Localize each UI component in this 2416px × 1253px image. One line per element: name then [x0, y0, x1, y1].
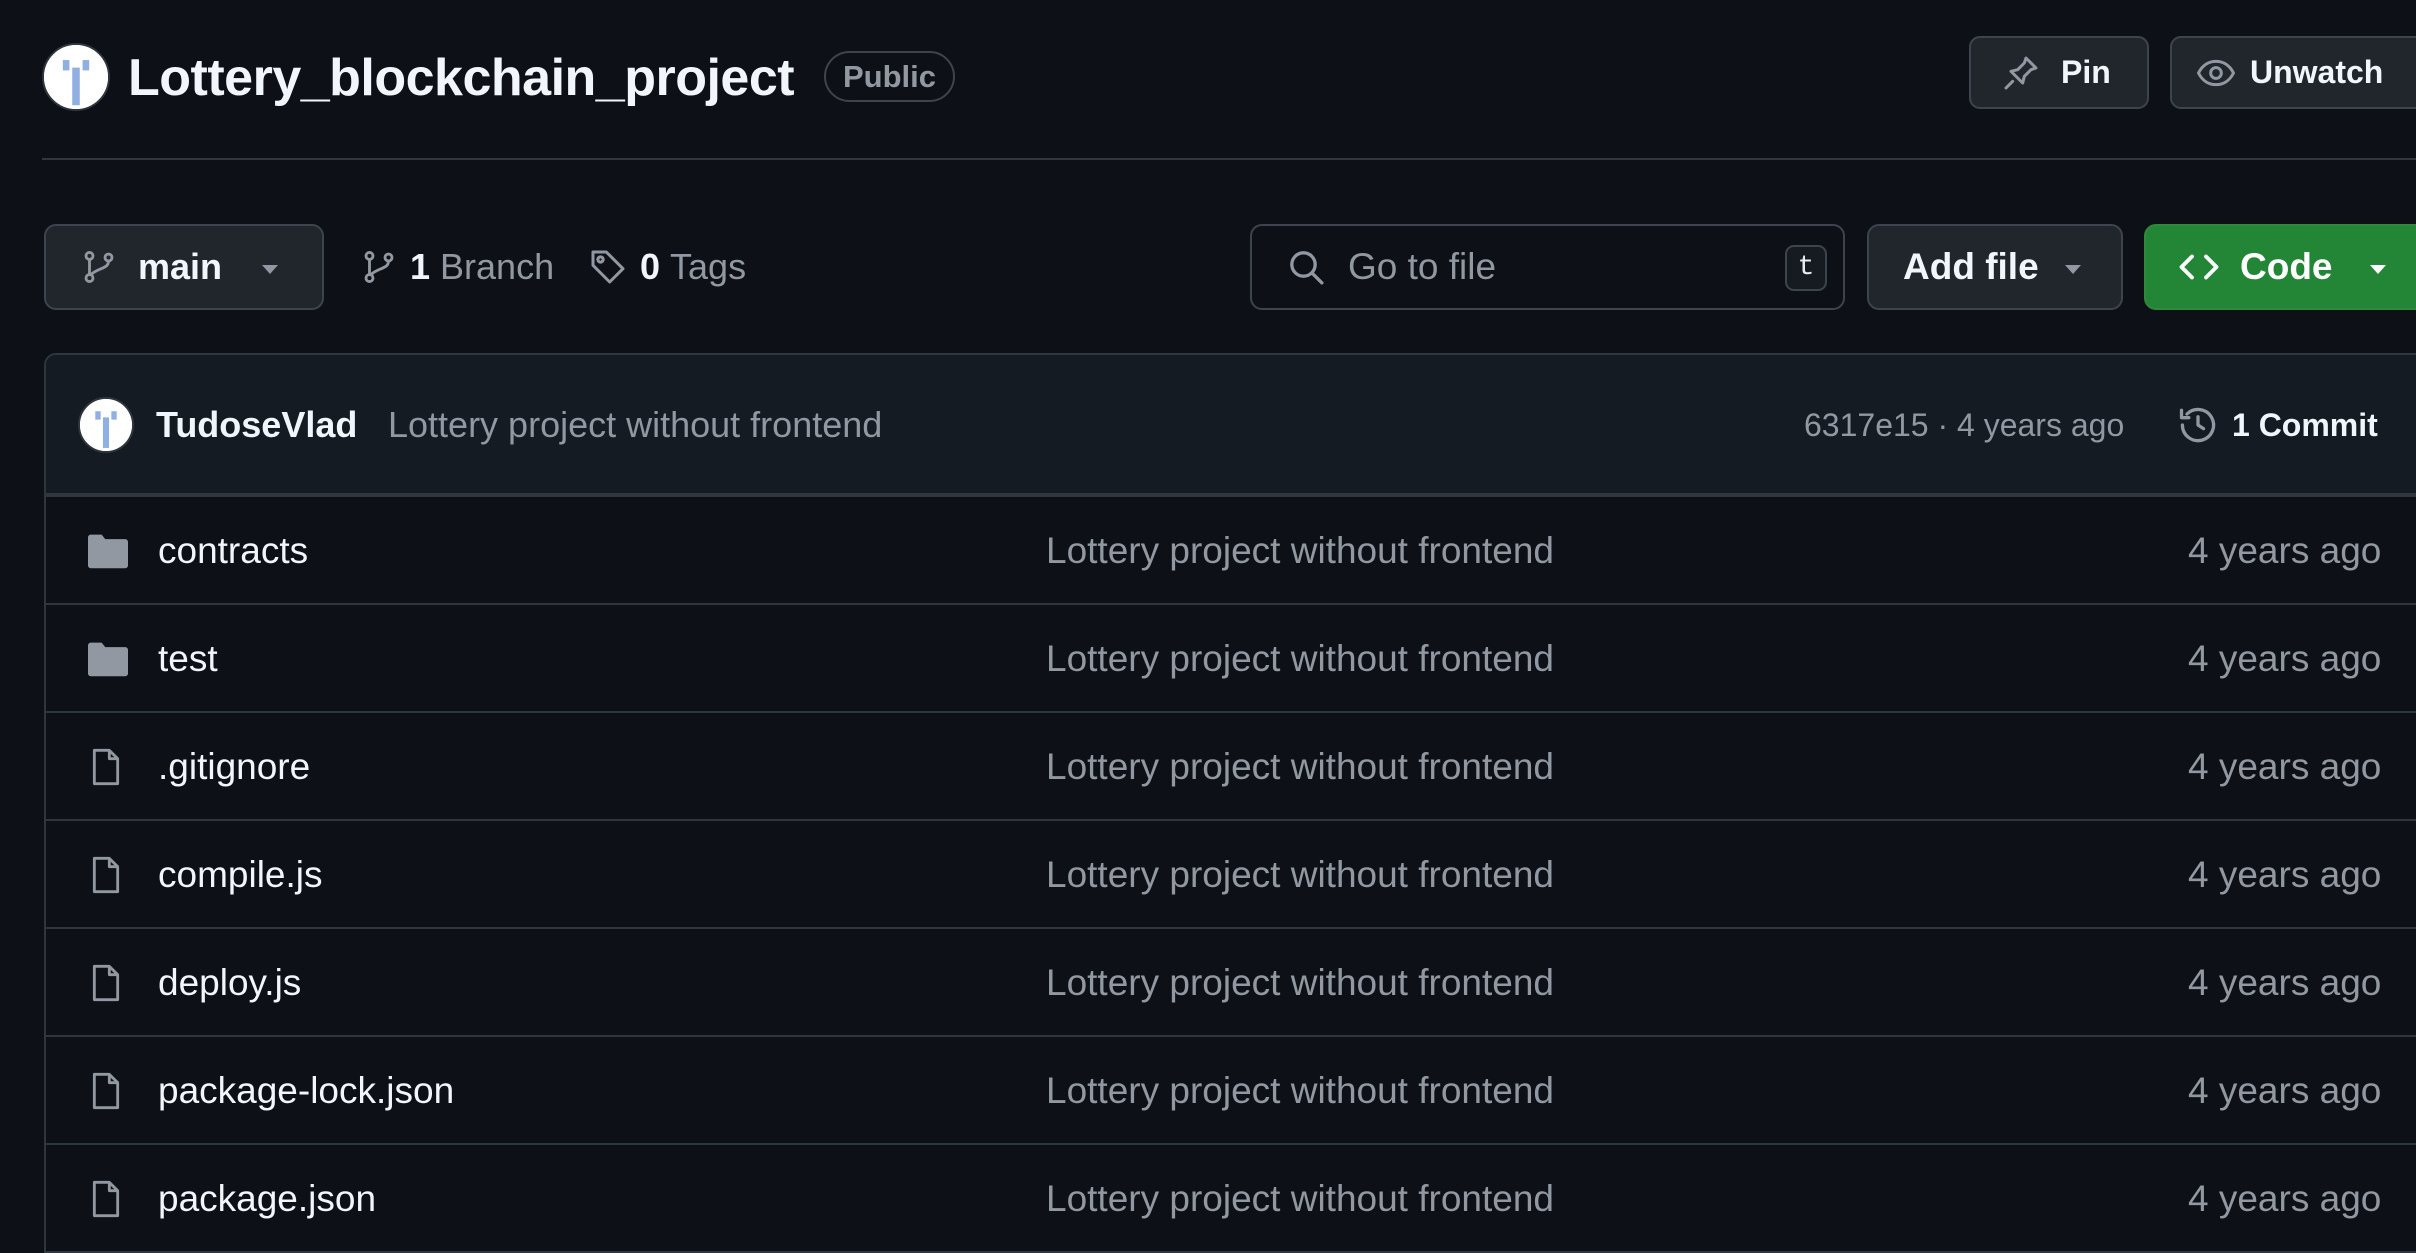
add-file-label: Add file [1903, 246, 2039, 287]
file-name-link[interactable]: package-lock.json [158, 1037, 454, 1145]
file-name-link[interactable]: .gitignore [158, 713, 310, 821]
branches-link[interactable]: 1 Branch [360, 224, 554, 310]
tag-label: Tags [670, 246, 747, 287]
file-row[interactable]: package-lock.json Lottery project without… [46, 1035, 2416, 1143]
branch-name: main [138, 246, 223, 287]
chevron-down-icon [2368, 262, 2388, 276]
branch-selector-button[interactable]: main [44, 224, 324, 310]
file-row[interactable]: test Lottery project without frontend 4 ye… [46, 603, 2416, 711]
add-file-button[interactable]: Add file [1867, 224, 2123, 310]
folder-icon [86, 639, 130, 679]
tag-count: 0 [640, 246, 661, 287]
file-row[interactable]: package.json Lottery project without fron… [46, 1143, 2416, 1251]
latest-commit-bar: TudoseVlad Lottery project without front… [46, 355, 2416, 495]
go-to-file-search[interactable]: t [1250, 224, 1845, 310]
file-commit-age: 4 years ago [2188, 746, 2382, 787]
file-commit-message-link[interactable]: Lottery project without frontend [1046, 1037, 1554, 1145]
code-label: Code [2240, 246, 2333, 287]
file-commit-message-link[interactable]: Lottery project without frontend [1046, 821, 1554, 929]
pin-icon [2001, 53, 2041, 93]
search-icon [1286, 247, 1326, 287]
code-icon [2178, 246, 2220, 288]
file-commit-age: 4 years ago [2188, 638, 2382, 679]
branch-count: 1 [410, 246, 431, 287]
file-commit-message-link[interactable]: Lottery project without frontend [1046, 605, 1554, 713]
commit-hash-and-age[interactable]: 6317e15 · 4 years ago [1804, 399, 2124, 451]
file-commit-age: 4 years ago [2188, 1070, 2382, 1111]
header-divider [42, 158, 2416, 160]
file-row[interactable]: contracts Lottery project without fronten… [46, 495, 2416, 603]
file-table: TudoseVlad Lottery project without front… [44, 353, 2416, 1253]
unwatch-button[interactable]: Unwatch [2170, 36, 2416, 109]
chevron-down-icon [2063, 262, 2083, 276]
repo-owner-avatar[interactable] [42, 43, 110, 111]
keyboard-shortcut-hint: t [1785, 245, 1827, 291]
file-commit-age: 4 years ago [2188, 530, 2382, 571]
file-commit-message-link[interactable]: Lottery project without frontend [1046, 1145, 1554, 1251]
file-icon [86, 963, 126, 1003]
git-branch-icon [80, 248, 118, 286]
file-name-link[interactable]: contracts [158, 497, 308, 605]
file-name-link[interactable]: compile.js [158, 821, 323, 929]
chevron-down-icon [260, 262, 280, 276]
history-icon [2176, 403, 2220, 447]
commits-label: 1 Commit [2232, 406, 2378, 443]
file-name-link[interactable]: deploy.js [158, 929, 301, 1037]
file-icon [86, 1179, 126, 1219]
visibility-badge: Public [824, 51, 956, 102]
file-icon [86, 1071, 126, 1111]
file-row[interactable]: .gitignore Lottery project without fronte… [46, 711, 2416, 819]
file-icon [86, 747, 126, 787]
eye-icon [2196, 53, 2236, 93]
file-name-link[interactable]: package.json [158, 1145, 376, 1251]
file-commit-message-link[interactable]: Lottery project without frontend [1046, 929, 1554, 1037]
pin-label: Pin [2061, 54, 2111, 90]
code-button[interactable]: Code [2144, 224, 2416, 310]
commit-message-link[interactable]: Lottery project without frontend [388, 399, 882, 451]
file-commit-age: 4 years ago [2188, 962, 2382, 1003]
file-row[interactable]: compile.js Lottery project without fronte… [46, 819, 2416, 927]
file-icon [86, 855, 126, 895]
file-commit-message-link[interactable]: Lottery project without frontend [1046, 497, 1554, 605]
unwatch-label: Unwatch [2250, 54, 2384, 90]
tags-link[interactable]: 0 Tags [588, 224, 746, 310]
repo-title[interactable]: Lottery_blockchain_project [128, 44, 795, 112]
avatar[interactable] [78, 397, 134, 453]
file-commit-age: 4 years ago [2188, 854, 2382, 895]
pin-button[interactable]: Pin [1969, 36, 2149, 109]
commits-history-link[interactable]: 1 Commit [2176, 397, 2378, 453]
tag-icon [588, 247, 628, 287]
branch-label: Branch [440, 246, 555, 287]
git-branch-icon [360, 248, 398, 286]
file-commit-age: 4 years ago [2188, 1178, 2382, 1219]
search-input[interactable] [1348, 246, 1748, 288]
file-name-link[interactable]: test [158, 605, 218, 713]
file-commit-message-link[interactable]: Lottery project without frontend [1046, 713, 1554, 821]
commit-author-link[interactable]: TudoseVlad [156, 399, 357, 451]
file-row[interactable]: deploy.js Lottery project without fronten… [46, 927, 2416, 1035]
folder-icon [86, 531, 130, 571]
